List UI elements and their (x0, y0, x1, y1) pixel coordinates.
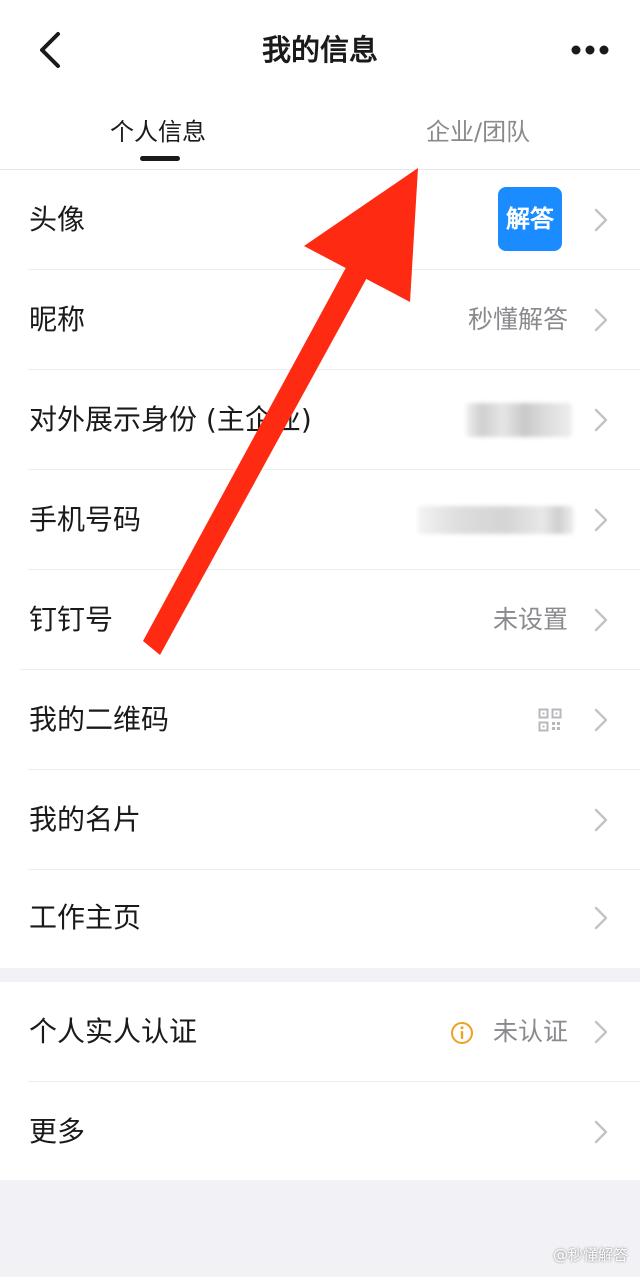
row-real-name-verification[interactable]: 个人实人认证 未认证 (0, 982, 640, 1082)
blurred-phone-value (418, 506, 574, 534)
navigation-bar: 我的信息 (0, 0, 640, 100)
row-label: 钉钉号 (29, 603, 114, 636)
page-title: 我的信息 (261, 33, 378, 67)
row-label: 对外展示身份 (主企业) (29, 403, 312, 436)
row-label: 我的名片 (29, 803, 142, 836)
row-more[interactable]: 更多 (0, 1082, 640, 1182)
row-label: 个人实人认证 (29, 1015, 198, 1048)
blurred-identity-value (466, 403, 572, 437)
row-label: 更多 (29, 1115, 86, 1148)
qr-code-icon (538, 708, 562, 732)
row-avatar[interactable]: 头像 解答 (0, 170, 640, 270)
row-label: 手机号码 (29, 503, 142, 536)
chevron-right-icon (594, 1120, 608, 1144)
row-nickname[interactable]: 昵称 秒懂解答 (0, 270, 640, 370)
tab-company-team[interactable]: 企业/团队 (426, 116, 530, 148)
row-label: 昵称 (29, 303, 86, 336)
row-my-business-card[interactable]: 我的名片 (0, 770, 640, 870)
row-work-homepage[interactable]: 工作主页 (0, 868, 640, 968)
chevron-right-icon (594, 608, 608, 632)
row-external-identity[interactable]: 对外展示身份 (主企业) (0, 370, 640, 470)
chevron-right-icon (594, 906, 608, 930)
more-options-icon[interactable] (570, 38, 610, 62)
profile-info-group: 头像 解答 昵称 秒懂解答 对外展示身份 (主企业) 手机号码 钉钉号 未设置 … (0, 170, 640, 968)
row-phone-number[interactable]: 手机号码 (0, 470, 640, 570)
chevron-right-icon (594, 208, 608, 232)
avatar[interactable]: 解答 (498, 187, 562, 251)
tab-bar: 个人信息 企业/团队 (0, 100, 640, 170)
nickname-value: 秒懂解答 (467, 305, 568, 334)
chevron-right-icon (594, 1020, 608, 1044)
dingtalk-id-value: 未设置 (492, 605, 568, 634)
tab-personal-info[interactable]: 个人信息 (110, 116, 206, 148)
active-tab-indicator (140, 156, 180, 161)
chevron-right-icon (594, 808, 608, 832)
watermark: @秒懂解答 (552, 1246, 628, 1264)
verification-status: 未认证 (492, 1017, 568, 1046)
row-dingtalk-id[interactable]: 钉钉号 未设置 (0, 570, 640, 670)
row-label: 我的二维码 (29, 703, 170, 736)
row-my-qrcode[interactable]: 我的二维码 (0, 670, 640, 770)
warning-info-icon (451, 1022, 473, 1044)
chevron-right-icon (594, 308, 608, 332)
chevron-right-icon (594, 508, 608, 532)
chevron-right-icon (594, 708, 608, 732)
chevron-right-icon (594, 408, 608, 432)
verification-group: 个人实人认证 未认证 更多 (0, 982, 640, 1180)
row-label: 工作主页 (29, 901, 142, 934)
row-label: 头像 (29, 203, 86, 236)
